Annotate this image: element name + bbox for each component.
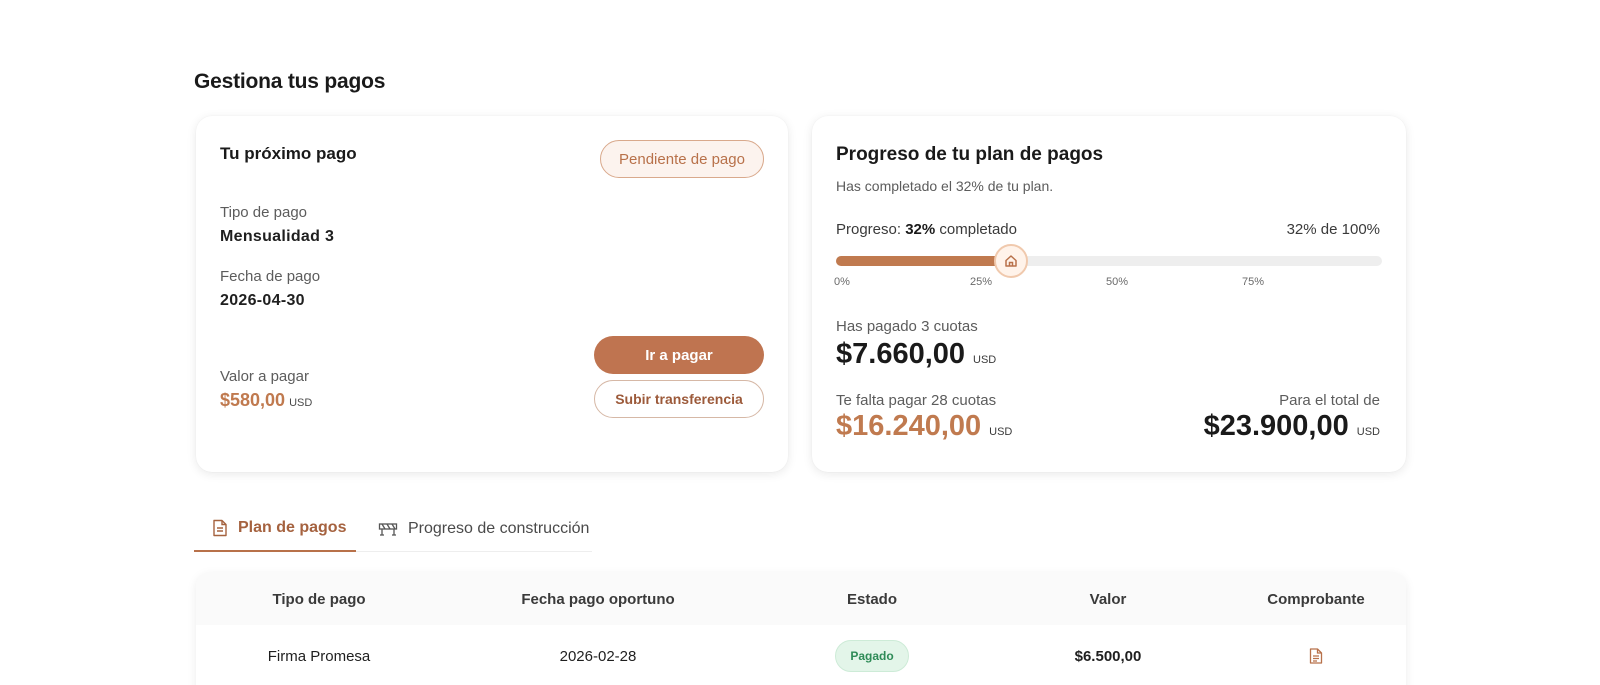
remaining-amount-value: $16.240,00 bbox=[836, 410, 982, 442]
progress-thumb bbox=[994, 244, 1028, 278]
status-badge-paid: Pagado bbox=[835, 640, 909, 672]
total-amount-unit: USD bbox=[1356, 426, 1380, 438]
column-header: Estado bbox=[846, 590, 897, 608]
tick-label: 75% bbox=[1242, 276, 1265, 288]
remaining-amount: $16.240,00 USD bbox=[836, 410, 1012, 443]
table-header: Tipo de pago Fecha pago oportuno Estado … bbox=[196, 573, 1406, 625]
tab-construction-progress-label: Progreso de construcción bbox=[408, 519, 590, 537]
progress-label-suffix: completado bbox=[939, 221, 1017, 238]
column-header: Comprobante bbox=[1267, 590, 1365, 608]
progress-subtitle: Has completado el 32% de tu plan. bbox=[836, 178, 1054, 194]
upload-transfer-button[interactable]: Subir transferencia bbox=[594, 380, 764, 418]
home-icon bbox=[1003, 253, 1019, 269]
payment-date-label: Fecha de pago bbox=[220, 268, 321, 285]
next-payment-title: Tu próximo pago bbox=[220, 144, 357, 163]
progress-title: Progreso de tu plan de pagos bbox=[836, 144, 1104, 165]
paid-label: Has pagado 3 cuotas bbox=[836, 318, 978, 335]
cell-value: $6.500,00 bbox=[1074, 647, 1142, 665]
payment-amount: $580,00 USD bbox=[220, 390, 312, 411]
tab-construction-progress[interactable]: Progreso de construcción bbox=[378, 505, 589, 552]
progress-label: Progreso: 32% completado bbox=[836, 221, 1017, 238]
column-header: Valor bbox=[1089, 590, 1127, 608]
payment-amount-label: Valor a pagar bbox=[220, 368, 309, 385]
paid-amount-value: $7.660,00 bbox=[836, 338, 966, 370]
cell-receipt bbox=[1226, 625, 1406, 685]
total-amount: $23.900,00 USD bbox=[1204, 410, 1380, 443]
progress-of-total: 32% de 100% bbox=[1286, 221, 1380, 238]
paid-amount-unit: USD bbox=[973, 354, 997, 366]
progress-fill bbox=[836, 256, 1011, 266]
cell-status: Pagado bbox=[754, 625, 990, 685]
payment-type-label: Tipo de pago bbox=[220, 204, 308, 221]
cell-due-date: 2026-02-28 bbox=[559, 647, 637, 665]
tab-payment-plan-label: Plan de pagos bbox=[238, 518, 347, 536]
payment-amount-unit: USD bbox=[289, 397, 313, 409]
tab-payment-plan[interactable]: Plan de pagos bbox=[194, 505, 356, 552]
receipt-icon[interactable] bbox=[1309, 648, 1323, 664]
progress-label-prefix: Progreso: bbox=[836, 221, 902, 238]
payment-plan-progress-card: Progreso de tu plan de pagos Has complet… bbox=[812, 116, 1406, 472]
total-amount-value: $23.900,00 bbox=[1203, 410, 1349, 442]
tick-label: 25% bbox=[970, 276, 993, 288]
payment-amount-value: $580,00 bbox=[220, 390, 286, 410]
remaining-label: Te falta pagar 28 cuotas bbox=[836, 392, 997, 409]
progress-label-value: 32% bbox=[905, 221, 936, 238]
next-payment-card: Tu próximo pago Pendiente de pago Tipo d… bbox=[196, 116, 788, 472]
page-title: Gestiona tus pagos bbox=[194, 70, 386, 93]
column-header: Fecha pago oportuno bbox=[521, 590, 675, 608]
column-header: Tipo de pago bbox=[272, 590, 366, 608]
payments-table: Tipo de pago Fecha pago oportuno Estado … bbox=[196, 573, 1406, 685]
remaining-amount-unit: USD bbox=[989, 426, 1013, 438]
document-icon bbox=[212, 519, 228, 537]
pay-button[interactable]: Ir a pagar bbox=[594, 336, 764, 374]
payment-date-value: 2026-04-30 bbox=[220, 292, 305, 309]
tick-label: 50% bbox=[1106, 276, 1129, 288]
total-label: Para el total de bbox=[1279, 392, 1380, 409]
cell-payment-type: Firma Promesa bbox=[267, 647, 371, 665]
tabs: Plan de pagos Progreso de construcción bbox=[194, 505, 592, 552]
status-badge: Pendiente de pago bbox=[600, 140, 764, 178]
paid-amount: $7.660,00 USD bbox=[836, 338, 996, 371]
progress-track bbox=[836, 244, 1382, 278]
tick-label: 0% bbox=[834, 276, 850, 288]
payment-type-value: Mensualidad 3 bbox=[220, 228, 335, 245]
construction-icon bbox=[378, 521, 398, 537]
